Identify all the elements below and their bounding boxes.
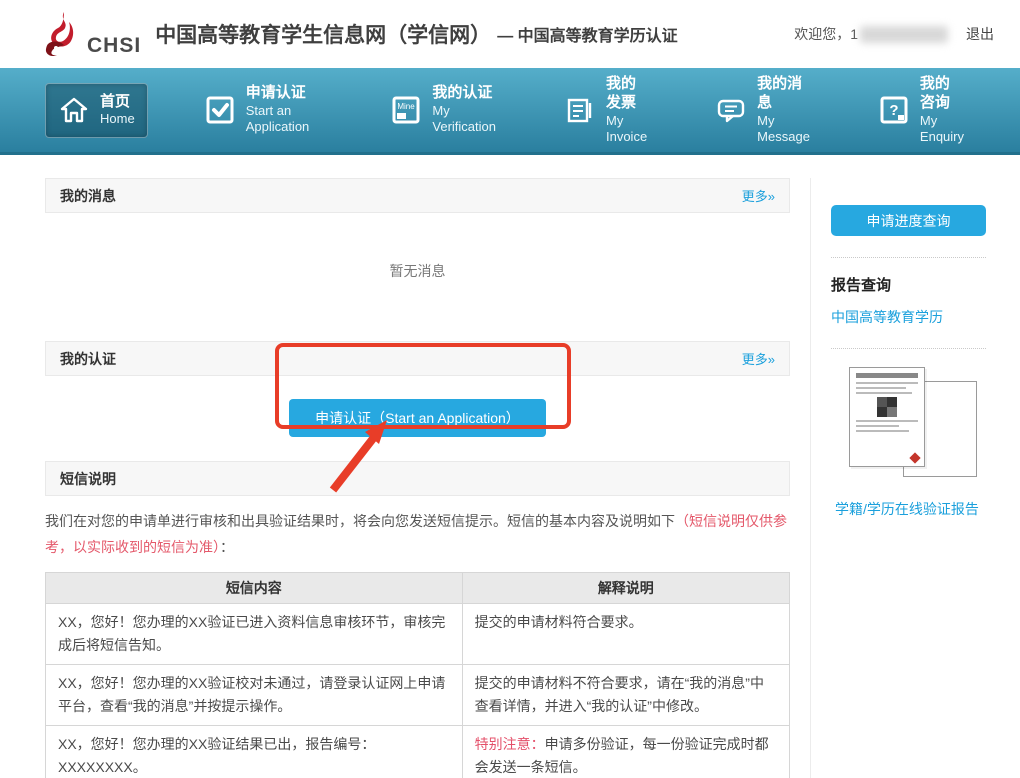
- report-page-front: [849, 367, 925, 467]
- nav-item-my-enquiry[interactable]: ? 我的咨询 My Enquiry: [866, 66, 976, 154]
- nav-item-apply[interactable]: 申请认证 Start an Application: [192, 75, 335, 144]
- explanation-highlight: 特别注意：: [475, 736, 545, 752]
- higher-education-report-link[interactable]: 中国高等教育学历: [831, 307, 943, 327]
- invoice-icon: [564, 94, 596, 126]
- main-column: 我的消息 更多» 暂无消息 我的认证 更多» 申请认证（Start an App…: [45, 178, 790, 778]
- explanation-text: 提交的申请材料符合要求。: [475, 614, 643, 630]
- site-title: 中国高等教育学生信息网（学信网）: [155, 19, 491, 49]
- chsi-logo: CHSI: [40, 10, 141, 58]
- nav-label-en: My Message: [757, 113, 810, 146]
- nav-label-cn: 我的发票: [606, 75, 647, 113]
- nav-label-cn: 申请认证: [246, 84, 323, 103]
- section-header-my-messages: 我的消息 更多»: [45, 178, 790, 213]
- more-verification-link[interactable]: 更多»: [742, 349, 775, 368]
- divider: [831, 257, 986, 258]
- column-header-sms-content: 短信内容: [46, 573, 463, 604]
- divider: [831, 348, 986, 349]
- sms-intro-normal: 我们在对您的申请单进行审核和出具验证结果时，将会向您发送短信提示。短信的基本内容…: [45, 513, 675, 529]
- section-header-my-verification: 我的认证 更多»: [45, 341, 790, 376]
- report-sample-image[interactable]: [841, 367, 991, 485]
- nav-label-en: My Verification: [432, 103, 496, 136]
- empty-messages-text: 暂无消息: [45, 213, 790, 341]
- home-icon: [58, 94, 90, 126]
- sms-content-cell: XX，您好！您办理的XX验证已进入资料信息审核环节，审核完成后将短信告知。: [46, 604, 463, 665]
- logout-link[interactable]: 退出: [966, 24, 994, 44]
- nav-label-en: Start an Application: [246, 103, 323, 136]
- report-query-title: 报告查询: [831, 274, 986, 295]
- question-icon: ?: [878, 94, 910, 126]
- section-title: 短信说明: [60, 469, 116, 489]
- explanation-text: 提交的申请材料不符合要求，请在“我的消息”中查看详情，并进入“我的认证”中修改。: [475, 675, 764, 714]
- online-verification-report-link[interactable]: 学籍/学历在线验证报告: [835, 499, 979, 519]
- qr-code-icon: [877, 397, 897, 417]
- application-progress-button[interactable]: 申请进度查询: [831, 205, 986, 236]
- explanation-cell: 提交的申请材料不符合要求，请在“我的消息”中查看详情，并进入“我的认证”中修改。: [462, 665, 789, 726]
- svg-text:?: ?: [889, 102, 898, 119]
- nav-label-cn: 我的消息: [757, 75, 810, 113]
- nav-label-en: My Invoice: [606, 113, 647, 146]
- start-application-button[interactable]: 申请认证（Start an Application）: [289, 399, 546, 437]
- svg-text:Mine: Mine: [398, 102, 416, 111]
- table-row: XX，您好！您办理的XX验证已进入资料信息审核环节，审核完成后将短信告知。 提交…: [46, 604, 790, 665]
- nav-label-en: My Enquiry: [920, 113, 964, 146]
- more-messages-link[interactable]: 更多»: [742, 186, 775, 205]
- sms-content-cell: XX，您好！您办理的XX验证校对未通过，请登录认证网上申请平台，查看“我的消息”…: [46, 665, 463, 726]
- mine-badge-icon: Mine: [390, 94, 422, 126]
- column-header-explanation: 解释说明: [462, 573, 789, 604]
- nav-label-cn: 首页: [100, 93, 135, 112]
- nav-item-my-invoice[interactable]: 我的发票 My Invoice: [552, 66, 659, 154]
- chsi-flame-icon: [40, 10, 84, 58]
- nav-item-home[interactable]: 首页 Home: [45, 83, 148, 138]
- section-title: 我的消息: [60, 186, 116, 206]
- nav-item-my-message[interactable]: 我的消息 My Message: [703, 66, 822, 154]
- nav-label-cn: 我的认证: [432, 84, 496, 103]
- apply-check-icon: [204, 94, 236, 126]
- username-redacted: [860, 26, 948, 43]
- table-row: XX，您好！您办理的XX验证结果已出，报告编号：XXXXXXXX。 特别注意：申…: [46, 726, 790, 778]
- top-header: CHSI 中国高等教育学生信息网（学信网） — 中国高等教育学历认证 欢迎您，1…: [0, 0, 1020, 68]
- sms-intro-paragraph: 我们在对您的申请单进行审核和出具验证结果时，将会向您发送短信提示。短信的基本内容…: [45, 496, 790, 572]
- explanation-cell: 提交的申请材料符合要求。: [462, 604, 789, 665]
- section-header-sms: 短信说明: [45, 461, 790, 496]
- table-header-row: 短信内容 解释说明: [46, 573, 790, 604]
- explanation-cell: 特别注意：申请多份验证，每一份验证完成时都会发送一条短信。: [462, 726, 789, 778]
- red-seal-icon: [909, 452, 920, 463]
- welcome-text: 欢迎您，1: [794, 24, 858, 44]
- nav-item-my-verification[interactable]: Mine 我的认证 My Verification: [378, 75, 508, 144]
- sms-content-cell: XX，您好！您办理的XX验证结果已出，报告编号：XXXXXXXX。: [46, 726, 463, 778]
- message-bubble-icon: [715, 94, 747, 126]
- right-sidebar: 申请进度查询 报告查询 中国高等教育学历 学籍/学历在线验: [810, 178, 986, 778]
- main-nav: 首页 Home 申请认证 Start an Application Mine 我…: [0, 68, 1020, 155]
- section-title: 我的认证: [60, 349, 116, 369]
- table-row: XX，您好！您办理的XX验证校对未通过，请登录认证网上申请平台，查看“我的消息”…: [46, 665, 790, 726]
- sms-intro-tail: ：: [220, 539, 234, 555]
- site-subtitle: — 中国高等教育学历认证: [497, 22, 677, 46]
- nav-label-cn: 我的咨询: [920, 75, 964, 113]
- sms-table: 短信内容 解释说明 XX，您好！您办理的XX验证已进入资料信息审核环节，审核完成…: [45, 572, 790, 778]
- logo-text: CHSI: [87, 34, 141, 58]
- nav-label-en: Home: [100, 111, 135, 127]
